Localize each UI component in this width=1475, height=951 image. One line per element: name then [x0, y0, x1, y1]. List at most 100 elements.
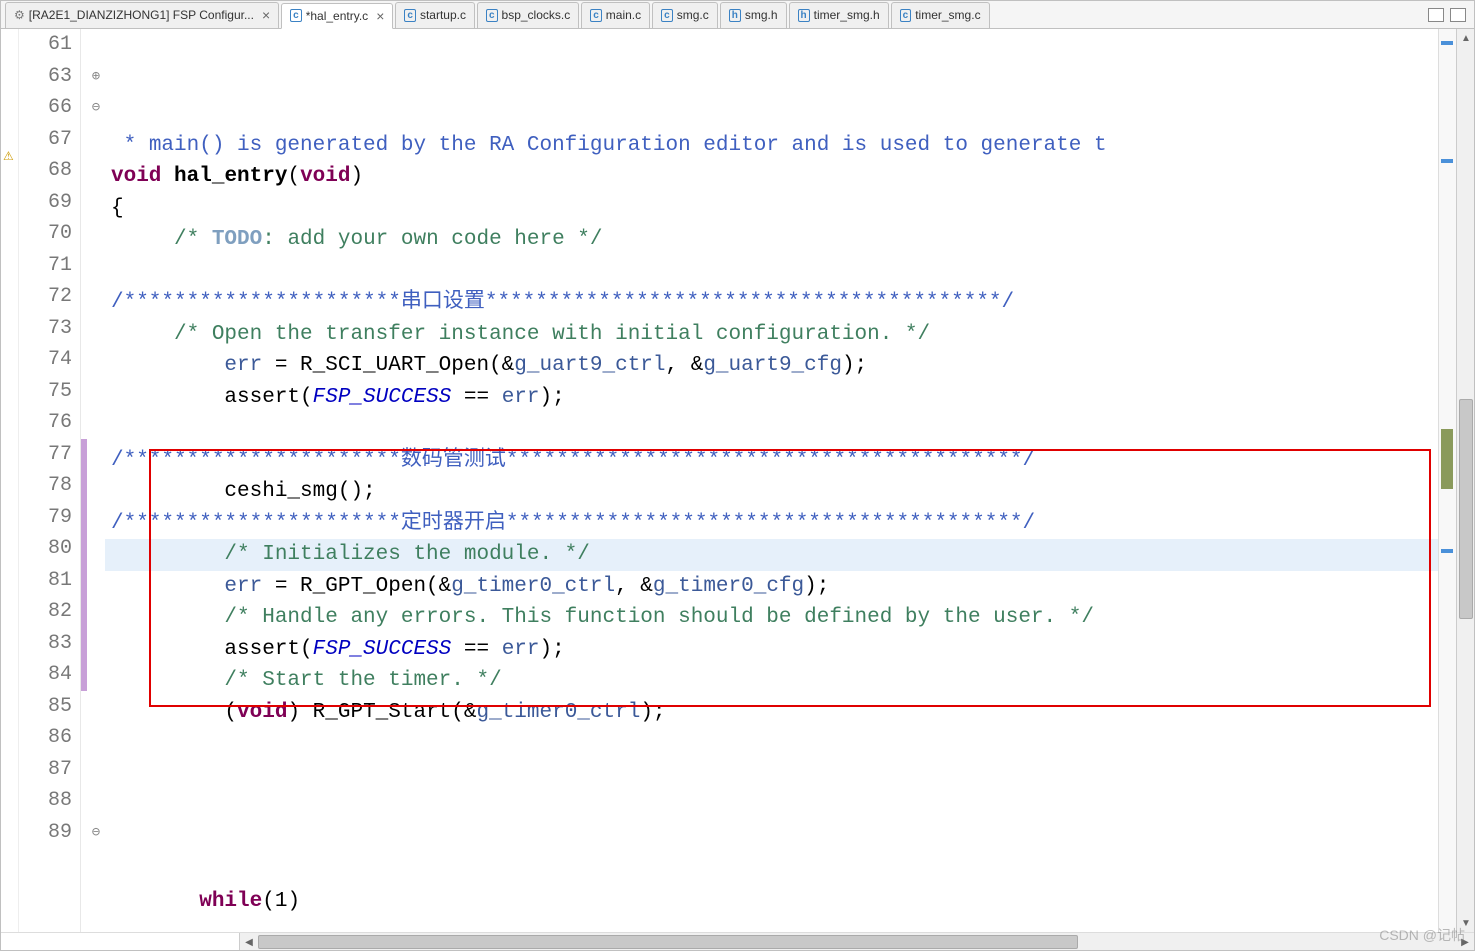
c-file-icon: c: [661, 9, 673, 22]
tab-smg-h[interactable]: hsmg.h: [720, 2, 787, 28]
tab-smg-c[interactable]: c smg.c: [652, 2, 718, 28]
code-line[interactable]: [105, 854, 1438, 886]
line-number: 63: [19, 61, 72, 93]
fold-toggle-icon[interactable]: ⊖: [87, 817, 105, 849]
scroll-left-icon[interactable]: ◀: [240, 933, 258, 951]
tab-label: [RA2E1_DIANZIZHONG1] FSP Configur...: [29, 8, 254, 22]
scroll-up-icon[interactable]: ▲: [1457, 29, 1474, 47]
code-line[interactable]: err = R_SCI_UART_Open(&g_uart9_ctrl, &g_…: [105, 350, 1438, 382]
c-file-icon: c: [404, 9, 416, 22]
tab-bsp-clocks-c[interactable]: c bsp_clocks.c: [477, 2, 579, 28]
tab-startup-c[interactable]: c startup.c: [395, 2, 475, 28]
tab-timer-smg-c[interactable]: ctimer_smg.c: [891, 2, 990, 28]
close-icon[interactable]: ×: [262, 7, 270, 23]
code-line[interactable]: void hal_entry(void): [105, 161, 1438, 193]
line-number: 70: [19, 218, 72, 250]
tab-label: *hal_entry.c: [306, 9, 368, 23]
close-icon[interactable]: ×: [376, 8, 384, 24]
c-file-icon: c: [290, 9, 302, 22]
fold-toggle-icon[interactable]: ⊖: [87, 92, 105, 124]
line-number: 73: [19, 313, 72, 345]
code-line[interactable]: [105, 760, 1438, 792]
line-number: 72: [19, 281, 72, 313]
code-line[interactable]: ceshi_smg();: [105, 476, 1438, 508]
line-number: 76: [19, 407, 72, 439]
fold-cell: [87, 376, 105, 408]
code-line[interactable]: [105, 728, 1438, 760]
tab-timer-smg-h[interactable]: htimer_smg.h: [789, 2, 889, 28]
fold-cell: [87, 187, 105, 219]
overview-ruler[interactable]: [1438, 29, 1456, 932]
code-line[interactable]: /**********************串口设置*************…: [105, 287, 1438, 319]
code-line[interactable]: [105, 256, 1438, 288]
line-number-gutter: 6163666768697071727374757677787980818283…: [19, 29, 81, 932]
fold-cell: [87, 659, 105, 691]
fold-cell: [87, 281, 105, 313]
tab--hal-entry-c[interactable]: c *hal_entry.c ×: [281, 3, 393, 29]
fold-cell: [87, 344, 105, 376]
overview-mark: [1441, 549, 1453, 553]
code-line[interactable]: /**********************定时器开启************…: [105, 508, 1438, 540]
code-line[interactable]: /* Open the transfer instance with initi…: [105, 319, 1438, 351]
fold-cell: [87, 628, 105, 660]
line-number: 87: [19, 754, 72, 786]
tab-label: smg.c: [677, 8, 709, 22]
c-file-icon: c: [486, 9, 498, 22]
tab-label: timer_smg.c: [915, 8, 980, 22]
fold-cell: [87, 502, 105, 534]
fold-cell: [87, 218, 105, 250]
h-file-icon: h: [729, 9, 741, 22]
line-number: 67: [19, 124, 72, 156]
code-line[interactable]: /* Start the timer. */: [105, 665, 1438, 697]
line-number: 78: [19, 470, 72, 502]
fold-cell: [87, 533, 105, 565]
horizontal-scrollbar[interactable]: ◀ ▶: [239, 933, 1474, 950]
tab-main-c[interactable]: cmain.c: [581, 2, 650, 28]
code-area[interactable]: * main() is generated by the RA Configur…: [105, 29, 1438, 932]
code-line[interactable]: /* Initializes the module. */: [105, 539, 1438, 571]
code-line[interactable]: assert(FSP_SUCCESS == err);: [105, 634, 1438, 666]
code-line[interactable]: /* Handle any errors. This function shou…: [105, 602, 1438, 634]
code-line[interactable]: /**********************数码管测试************…: [105, 445, 1438, 477]
tab-label: startup.c: [420, 8, 466, 22]
line-number: 82: [19, 596, 72, 628]
tab-bar: ⚙[RA2E1_DIANZIZHONG1] FSP Configur...×c*…: [1, 1, 1474, 29]
warning-marker-icon[interactable]: ⚠: [3, 149, 14, 163]
code-line[interactable]: [105, 791, 1438, 823]
code-line[interactable]: [105, 413, 1438, 445]
fold-toggle-icon[interactable]: ⊕: [87, 61, 105, 93]
fold-cell: [87, 754, 105, 786]
code-line[interactable]: assert(FSP_SUCCESS == err);: [105, 382, 1438, 414]
line-number: 81: [19, 565, 72, 597]
code-line[interactable]: while(1): [105, 886, 1438, 918]
maximize-button[interactable]: [1450, 8, 1466, 22]
line-number: 69: [19, 187, 72, 219]
tab--ra2e1-dianzizhong1-fsp-configur-[interactable]: ⚙[RA2E1_DIANZIZHONG1] FSP Configur...×: [5, 2, 279, 28]
overview-change-mark: [1441, 429, 1453, 489]
line-number: 89: [19, 817, 72, 849]
code-line[interactable]: [105, 98, 1438, 130]
tab-label: main.c: [606, 8, 641, 22]
code-line[interactable]: (void) R_GPT_Start(&g_timer0_ctrl);: [105, 697, 1438, 729]
fold-cell: [87, 785, 105, 817]
minimize-button[interactable]: [1428, 8, 1444, 22]
c-file-icon: c: [900, 9, 912, 22]
editor-body: ⚠ 61636667686970717273747576777879808182…: [1, 29, 1474, 932]
fold-cell: [87, 124, 105, 156]
line-number: 86: [19, 722, 72, 754]
line-number: 66: [19, 92, 72, 124]
scrollbar-thumb[interactable]: [1459, 399, 1473, 619]
line-number: 79: [19, 502, 72, 534]
code-line[interactable]: /* TODO: add your own code here */: [105, 224, 1438, 256]
scrollbar-thumb[interactable]: [258, 935, 1078, 949]
code-line[interactable]: * main() is generated by the RA Configur…: [105, 130, 1438, 162]
line-number: 77: [19, 439, 72, 471]
fold-cell: [87, 691, 105, 723]
vertical-scrollbar[interactable]: ▲ ▼: [1456, 29, 1474, 932]
tab-label: bsp_clocks.c: [502, 8, 571, 22]
code-line[interactable]: err = R_GPT_Open(&g_timer0_ctrl, &g_time…: [105, 571, 1438, 603]
code-line[interactable]: {: [105, 193, 1438, 225]
horizontal-scroll-row: ◀ ▶: [1, 932, 1474, 950]
code-line[interactable]: [105, 823, 1438, 855]
fold-cell: [87, 313, 105, 345]
